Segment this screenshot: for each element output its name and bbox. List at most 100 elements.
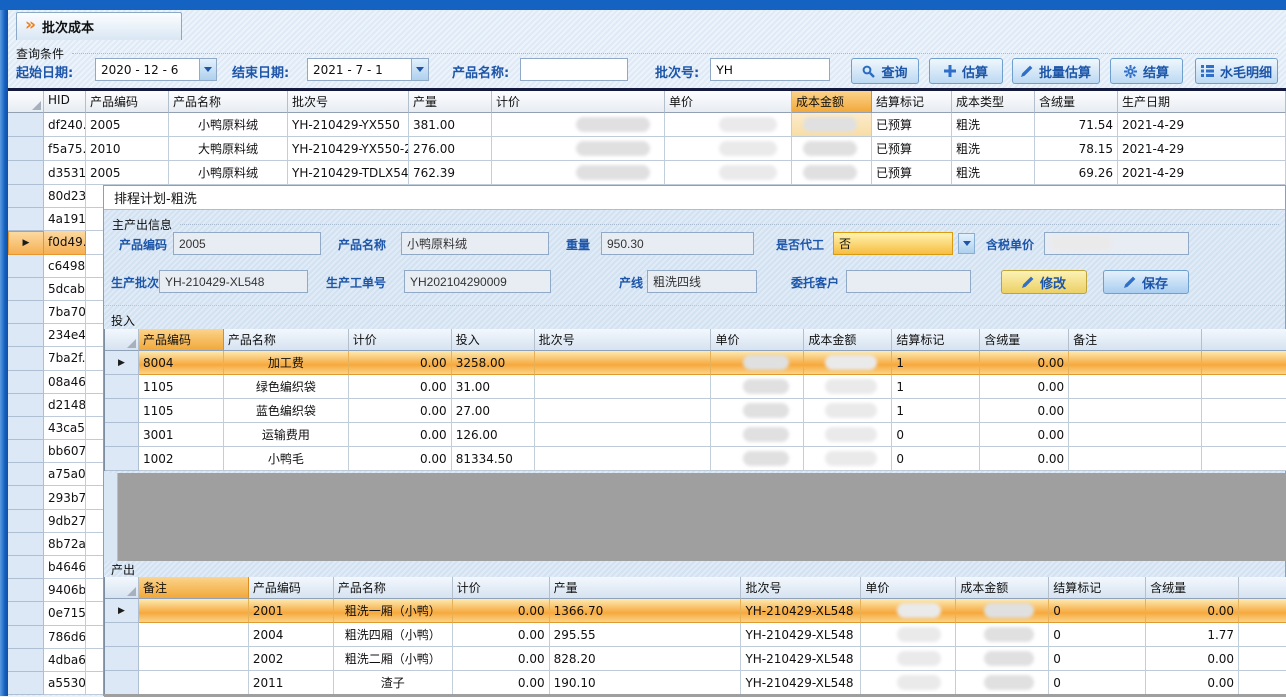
select-all-header[interactable] <box>105 577 139 599</box>
select-all-header[interactable] <box>105 329 139 351</box>
is-outsourced-combo[interactable]: 否 <box>833 232 953 255</box>
column-header[interactable]: 批次号 <box>741 577 861 599</box>
row-selector[interactable] <box>8 324 44 347</box>
row-selector[interactable] <box>8 185 44 208</box>
row-selector[interactable] <box>8 394 44 417</box>
column-header[interactable]: 成本金额 <box>804 329 892 351</box>
row-selector[interactable] <box>8 113 44 137</box>
estimate-button[interactable]: 估算 <box>929 58 1003 84</box>
hid-row[interactable]: 0e715.. <box>8 602 103 625</box>
row-selector[interactable]: ▶ <box>105 599 139 623</box>
prod-batch-field[interactable] <box>159 270 308 293</box>
settle-button[interactable]: 结算 <box>1110 58 1183 84</box>
hid-row[interactable]: ▶f0d49.. <box>8 231 103 254</box>
product-code-field[interactable] <box>173 232 321 255</box>
save-button[interactable]: 保存 <box>1103 270 1189 294</box>
search-button[interactable]: 查询 <box>851 58 919 84</box>
row-selector[interactable] <box>8 347 44 370</box>
column-header[interactable]: HID <box>44 91 86 113</box>
batch-no-input[interactable] <box>710 58 830 81</box>
hid-row[interactable]: 9406b.. <box>8 579 103 602</box>
column-header[interactable]: 产品编码 <box>86 91 169 113</box>
end-date-dropdown-button[interactable] <box>411 59 428 80</box>
line-field[interactable] <box>647 270 757 293</box>
row-selector[interactable] <box>8 137 44 161</box>
end-date-combo[interactable]: 2021 - 7 - 1 <box>307 58 429 81</box>
column-header[interactable]: 计价 <box>453 577 550 599</box>
hid-row[interactable]: 08a46.. <box>8 371 103 394</box>
column-header[interactable]: 单价 <box>665 91 792 113</box>
hid-row[interactable]: 5dcab.. <box>8 278 103 301</box>
row-selector[interactable] <box>105 447 139 471</box>
column-header[interactable]: 产量 <box>550 577 742 599</box>
detail-button[interactable]: 水毛明细 <box>1195 58 1278 84</box>
column-header[interactable]: 备注 <box>1069 329 1202 351</box>
column-header[interactable]: 单价 <box>861 577 956 599</box>
table-row[interactable]: 1105蓝色编织袋0.0027.0010.00 <box>105 399 1286 423</box>
modify-button[interactable]: 修改 <box>1001 270 1087 294</box>
row-selector[interactable] <box>105 399 139 423</box>
tab-batch-cost[interactable]: » 批次成本 <box>16 12 182 40</box>
table-row[interactable]: ▶8004加工费0.003258.0010.00 <box>105 351 1286 375</box>
row-selector[interactable] <box>8 602 44 625</box>
row-selector[interactable] <box>8 463 44 486</box>
table-row[interactable]: 3001运输费用0.00126.0000.00 <box>105 423 1286 447</box>
batch-estimate-button[interactable]: 批量估算 <box>1012 58 1100 84</box>
table-row[interactable]: 2004粗洗四厢（小鸭）0.00295.55YH-210429-XL54801.… <box>105 623 1286 647</box>
row-selector[interactable] <box>8 440 44 463</box>
column-header[interactable]: 结算标记 <box>892 329 980 351</box>
row-selector[interactable] <box>8 533 44 556</box>
hid-row[interactable]: 7ba70.. <box>8 301 103 324</box>
column-header[interactable]: 产品编码 <box>249 577 334 599</box>
column-header[interactable]: 批次号 <box>288 91 409 113</box>
column-header[interactable]: 批次号 <box>535 329 712 351</box>
table-row[interactable]: df240...2005小鸭原料绒YH-210429-YX550381.00已预… <box>8 113 1286 137</box>
hid-row[interactable]: 786d6.. <box>8 626 103 649</box>
is-outsourced-dropdown-button[interactable] <box>958 233 975 254</box>
column-header[interactable]: 结算标记 <box>872 91 952 113</box>
start-date-dropdown-button[interactable] <box>199 59 216 80</box>
column-header[interactable] <box>1202 329 1286 351</box>
hid-row[interactable]: 7ba2f.. <box>8 347 103 370</box>
row-selector[interactable] <box>105 375 139 399</box>
row-selector[interactable] <box>8 486 44 509</box>
row-selector[interactable] <box>8 208 44 231</box>
hid-row[interactable]: 80d23.. <box>8 185 103 208</box>
table-row[interactable]: f5a75...2010大鸭原料绒YH-210429-YX550-2276.00… <box>8 137 1286 161</box>
column-header[interactable]: 备注 <box>139 577 249 599</box>
column-header[interactable]: 结算标记 <box>1049 577 1146 599</box>
row-selector[interactable] <box>8 672 44 695</box>
column-header[interactable]: 产量 <box>409 91 492 113</box>
row-selector[interactable]: ▶ <box>8 231 44 254</box>
hid-row[interactable]: b4646.. <box>8 556 103 579</box>
column-header[interactable]: 产品名称 <box>169 91 288 113</box>
table-row[interactable]: ▶2001粗洗一厢（小鸭）0.001366.70YH-210429-XL5480… <box>105 599 1286 623</box>
hid-row[interactable]: d2148.. <box>8 394 103 417</box>
column-header[interactable]: 产品编码 <box>139 329 224 351</box>
column-header[interactable]: 含绒量 <box>1146 577 1239 599</box>
row-selector[interactable] <box>8 626 44 649</box>
column-header[interactable]: 单价 <box>711 329 804 351</box>
column-header[interactable]: 成本类型 <box>952 91 1035 113</box>
table-row[interactable]: 2002粗洗二厢（小鸭）0.00828.20YH-210429-XL54800.… <box>105 647 1286 671</box>
row-selector[interactable] <box>105 671 139 695</box>
column-header[interactable]: 计价 <box>349 329 452 351</box>
start-date-combo[interactable]: 2020 - 12 - 6 <box>95 58 217 81</box>
table-row[interactable]: d3531...2005小鸭原料绒YH-210429-TDLX547762.39… <box>8 161 1286 185</box>
hid-row[interactable]: 43ca5.. <box>8 417 103 440</box>
column-header[interactable]: 生产日期 <box>1118 91 1286 113</box>
row-selector[interactable] <box>8 301 44 324</box>
hid-row[interactable]: c6498.. <box>8 255 103 278</box>
row-selector[interactable] <box>8 556 44 579</box>
row-selector[interactable] <box>105 423 139 447</box>
column-header[interactable]: 计价 <box>492 91 665 113</box>
work-order-field[interactable] <box>404 270 551 293</box>
hid-row[interactable]: 9db27.. <box>8 510 103 533</box>
row-selector[interactable] <box>8 649 44 672</box>
row-selector[interactable] <box>8 579 44 602</box>
column-header[interactable]: 产品名称 <box>224 329 349 351</box>
column-header[interactable]: 成本金额 <box>956 577 1049 599</box>
row-selector[interactable] <box>8 510 44 533</box>
row-selector[interactable] <box>8 278 44 301</box>
hid-row[interactable]: bb607.. <box>8 440 103 463</box>
